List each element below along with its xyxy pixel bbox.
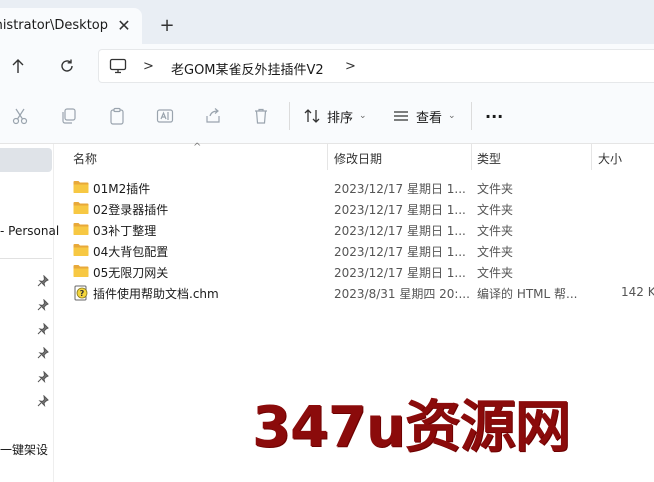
chevron-down-icon: ⌄ (448, 111, 456, 121)
sort-label: 排序 (327, 110, 354, 126)
file-type: 文件夹 (477, 203, 514, 217)
file-type: 文件夹 (477, 266, 514, 280)
sidebar-item-selected[interactable] (0, 148, 52, 172)
file-modified: 2023/12/17 星期日 1... (334, 182, 466, 196)
copy-icon[interactable] (58, 105, 80, 127)
column-divider[interactable] (471, 144, 472, 170)
file-type: 文件夹 (477, 245, 514, 259)
up-arrow-icon[interactable] (6, 54, 30, 78)
column-divider[interactable] (327, 144, 328, 170)
toolbar-divider (289, 102, 290, 130)
column-header-name[interactable]: 名称 (73, 150, 97, 167)
breadcrumb-current-folder[interactable]: 老GOM某雀反外挂插件V2 (171, 59, 324, 78)
column-header-modified[interactable]: 修改日期 (334, 150, 382, 167)
address-row: > 老GOM某雀反外挂插件V2 > (0, 44, 654, 88)
file-name: 05无限刀网关 (93, 266, 169, 280)
file-type: 文件夹 (477, 224, 514, 238)
delete-icon[interactable] (250, 105, 272, 127)
file-name: 04大背包配置 (93, 245, 169, 259)
folder-icon (73, 180, 89, 197)
file-row[interactable]: ? 插件使用帮助文档.chm 2023/8/31 星期四 20:... 编译的 … (55, 282, 654, 303)
breadcrumb-separator: > (143, 59, 154, 74)
pin-icon (37, 394, 49, 408)
rename-icon[interactable] (154, 105, 176, 127)
file-modified: 2023/12/17 星期日 1... (334, 245, 466, 259)
share-icon[interactable] (202, 105, 224, 127)
file-size: 142 K (621, 285, 654, 299)
file-name: 03补丁整理 (93, 224, 157, 238)
column-header-size[interactable]: 大小 (598, 150, 622, 167)
tab-desktop[interactable]: dministrator\Desktop ✕ (0, 8, 142, 44)
more-icon: ··· (485, 106, 504, 126)
chm-help-icon: ? (73, 285, 89, 304)
file-row[interactable]: 03补丁整理 2023/12/17 星期日 1... 文件夹 (55, 219, 654, 240)
refresh-icon[interactable] (55, 54, 79, 78)
folder-icon (73, 243, 89, 260)
file-modified: 2023/8/31 星期四 20:... (334, 287, 470, 301)
pin-icon (37, 370, 49, 384)
sidebar-divider (0, 258, 52, 259)
svg-text:?: ? (80, 289, 85, 298)
paste-icon[interactable] (106, 105, 128, 127)
sidebar-item-onekey-setup[interactable]: 一键架设 (0, 441, 48, 458)
breadcrumb-separator[interactable]: > (345, 59, 356, 74)
view-button[interactable]: 查看 ⌄ (392, 104, 456, 128)
file-row[interactable]: 02登录器插件 2023/12/17 星期日 1... 文件夹 (55, 198, 654, 219)
file-modified: 2023/12/17 星期日 1... (334, 203, 466, 217)
address-bar[interactable]: > 老GOM某雀反外挂插件V2 > (98, 49, 654, 83)
file-modified: 2023/12/17 星期日 1... (334, 266, 466, 280)
chevron-down-icon: ⌄ (359, 111, 367, 121)
file-row[interactable]: 05无限刀网关 2023/12/17 星期日 1... 文件夹 (55, 261, 654, 282)
folder-icon (73, 201, 89, 218)
file-name: 插件使用帮助文档.chm (93, 287, 219, 301)
sort-button[interactable]: 排序 ⌄ (303, 104, 367, 128)
site-watermark: 347u资源网 (252, 395, 571, 460)
folder-icon (73, 222, 89, 239)
sort-icon (304, 109, 320, 123)
file-name: 01M2插件 (93, 182, 151, 196)
view-label: 查看 (416, 110, 443, 126)
computer-icon (109, 58, 127, 77)
file-type: 文件夹 (477, 182, 514, 196)
navigation-pane: - Personal 一键架设 (0, 144, 59, 482)
column-divider[interactable] (591, 144, 592, 170)
file-row[interactable]: 01M2插件 2023/12/17 星期日 1... 文件夹 (55, 177, 654, 198)
file-row[interactable]: 04大背包配置 2023/12/17 星期日 1... 文件夹 (55, 240, 654, 261)
column-header-type[interactable]: 类型 (477, 150, 501, 167)
sort-ascending-icon: ^ (193, 142, 202, 153)
command-bar: 排序 ⌄ 查看 ⌄ ··· (0, 88, 654, 144)
file-type: 编译的 HTML 帮... (477, 287, 578, 301)
close-tab-icon[interactable]: ✕ (114, 15, 134, 35)
tab-bar: dministrator\Desktop ✕ + (0, 6, 654, 44)
file-name: 02登录器插件 (93, 203, 169, 217)
more-options-button[interactable]: ··· (485, 104, 503, 128)
new-tab-button[interactable]: + (156, 14, 178, 36)
pin-icon (37, 274, 49, 288)
pin-icon (37, 346, 49, 360)
file-modified: 2023/12/17 星期日 1... (334, 224, 466, 238)
pin-icon (37, 322, 49, 336)
sidebar-item-onedrive-personal[interactable]: - Personal (0, 224, 59, 238)
folder-icon (73, 264, 89, 281)
pin-icon (37, 298, 49, 312)
toolbar-divider (471, 102, 472, 130)
tab-title: dministrator\Desktop (0, 18, 108, 33)
cut-icon[interactable] (9, 105, 31, 127)
view-icon (394, 111, 408, 121)
